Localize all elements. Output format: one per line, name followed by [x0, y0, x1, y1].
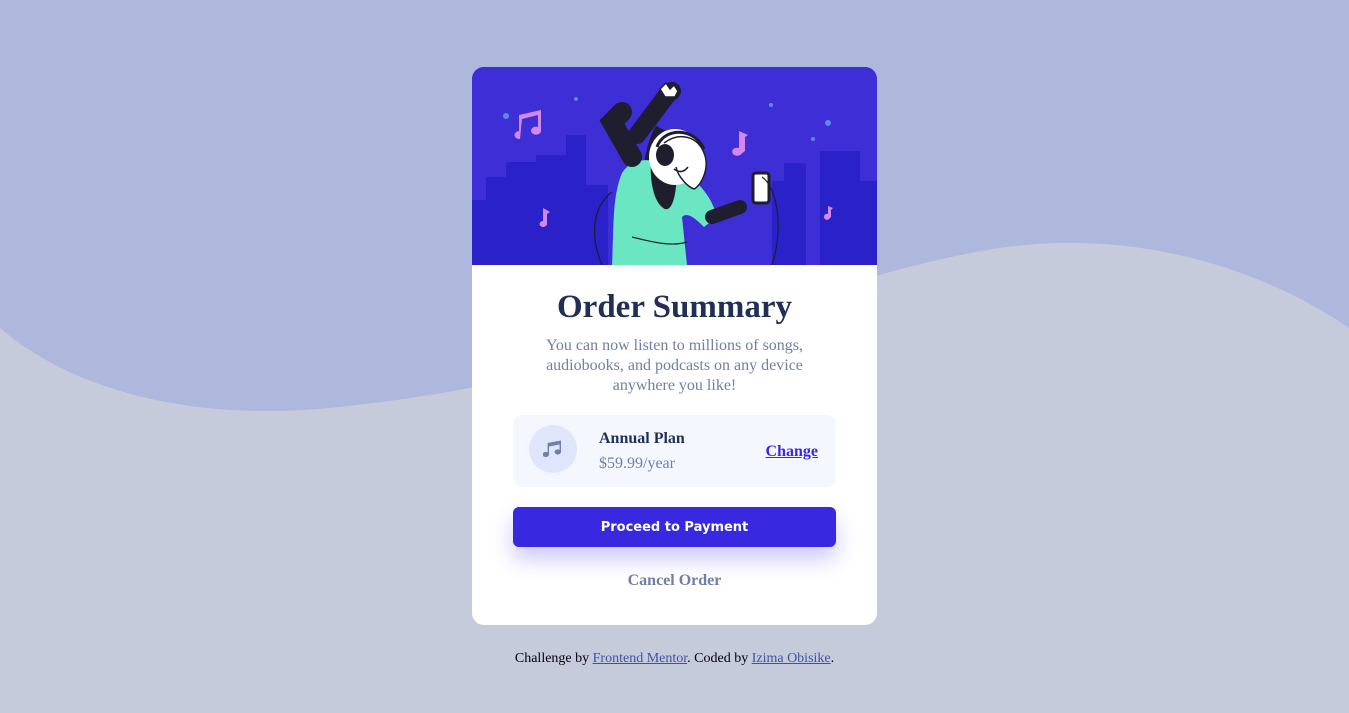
woman-with-headphones-illustration — [472, 67, 877, 265]
proceed-to-payment-button[interactable]: Proceed to Payment — [513, 507, 836, 547]
plan-name: Annual Plan — [599, 430, 685, 447]
cancel-order-button[interactable]: Cancel Order — [472, 572, 877, 590]
footer-middle: . Coded by — [687, 651, 752, 666]
plan-price: $59.99/year — [599, 455, 675, 472]
author-link[interactable]: Izima Obisike — [752, 651, 831, 666]
frontend-mentor-link[interactable]: Frontend Mentor — [593, 651, 688, 666]
footer-prefix: Challenge by — [514, 651, 593, 666]
footer-suffix: . — [830, 651, 835, 666]
page-title: Order Summary — [557, 289, 792, 325]
hero-illustration — [472, 67, 877, 265]
change-plan-link[interactable]: Change — [766, 443, 818, 461]
plan-summary: Annual Plan $59.99/year Change — [513, 415, 836, 487]
order-summary-card: Order Summary You can now listen to mill… — [472, 67, 877, 625]
music-note-icon — [529, 425, 577, 473]
attribution-footer: Challenge by Frontend Mentor. Coded by I… — [0, 651, 1349, 667]
order-description: You can now listen to millions of songs,… — [545, 337, 804, 394]
